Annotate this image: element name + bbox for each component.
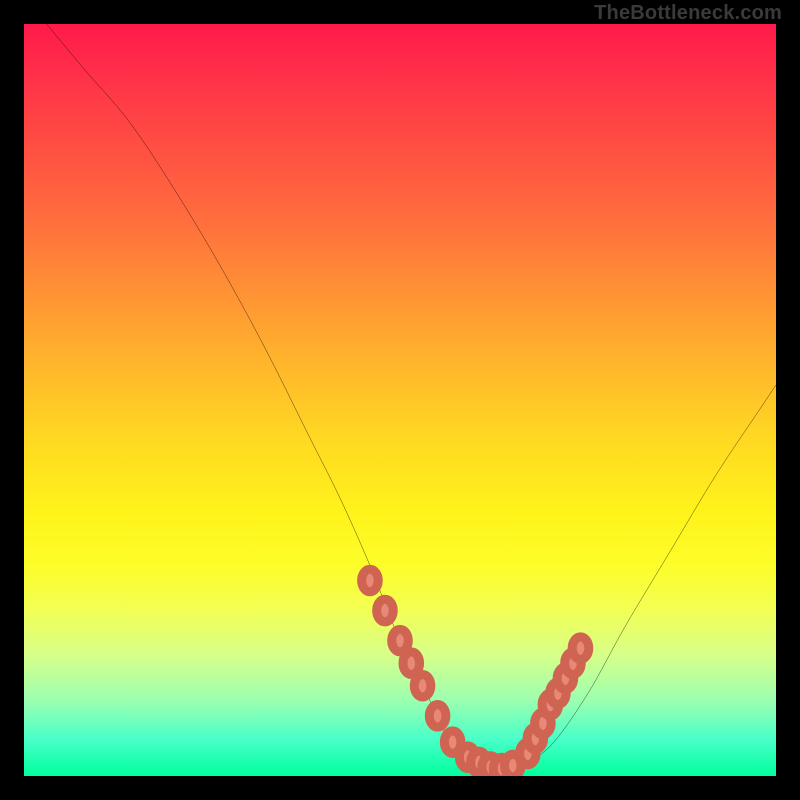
curve-svg	[24, 24, 776, 776]
watermark-text: TheBottleneck.com	[594, 2, 782, 25]
highlight-dot	[403, 652, 420, 675]
plot-area	[24, 24, 776, 776]
highlight-dot	[392, 629, 409, 652]
highlight-dot	[414, 674, 431, 697]
highlight-dot	[362, 569, 379, 592]
highlight-dots	[362, 569, 589, 776]
highlight-dot	[429, 705, 446, 728]
highlight-dot	[377, 599, 394, 622]
highlight-dot	[572, 637, 589, 660]
